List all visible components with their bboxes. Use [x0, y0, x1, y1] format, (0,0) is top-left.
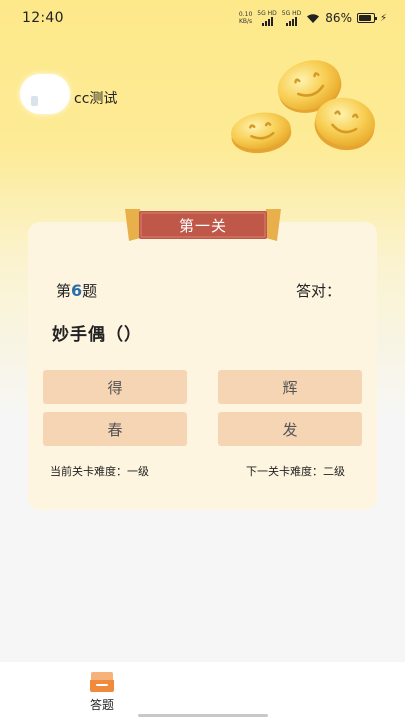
option-button-3[interactable]: 春 [43, 412, 187, 446]
level-title: 第一关 [178, 216, 227, 235]
question-number: 第6题 [56, 281, 98, 300]
question-index: 6 [71, 281, 83, 300]
battery-icon [356, 13, 377, 23]
status-time: 12:40 [22, 10, 64, 26]
avatar[interactable] [20, 74, 70, 114]
option-button-1[interactable]: 得 [43, 370, 187, 404]
wifi-icon [307, 13, 320, 23]
next-difficulty: 下一关卡难度：二级 [246, 465, 345, 478]
current-difficulty: 当前关卡难度：一级 [50, 465, 149, 478]
sim1-signal-icon: 5G HD [257, 10, 277, 26]
username: cc测试 [74, 91, 118, 107]
home-indicator[interactable] [138, 714, 268, 717]
option-button-2[interactable]: 辉 [218, 370, 362, 404]
gold-coins-illustration [231, 60, 376, 154]
charging-bolt-icon: ⚡ [379, 12, 387, 24]
question-text: 妙手偶（） [52, 325, 142, 345]
nav-item-quiz[interactable]: 答题 [82, 670, 122, 714]
option-button-4[interactable]: 发 [218, 412, 362, 446]
nav-item-label: 答题 [89, 698, 114, 712]
network-speed: 0.10 KB/s [238, 11, 253, 25]
status-bar: 12:40 0.10 KB/s 5G HD 5G HD 86% ⚡ [0, 0, 405, 36]
coin-left [231, 112, 292, 154]
quiz-tray-icon [90, 672, 114, 692]
status-indicators: 0.10 KB/s 5G HD 5G HD 86% ⚡ [239, 10, 387, 26]
battery-percent: 86% [325, 11, 352, 25]
bottom-nav: 答题 [0, 662, 405, 720]
correct-count-label: 答对： [296, 282, 342, 300]
sim2-signal-icon: 5G HD [282, 10, 301, 26]
